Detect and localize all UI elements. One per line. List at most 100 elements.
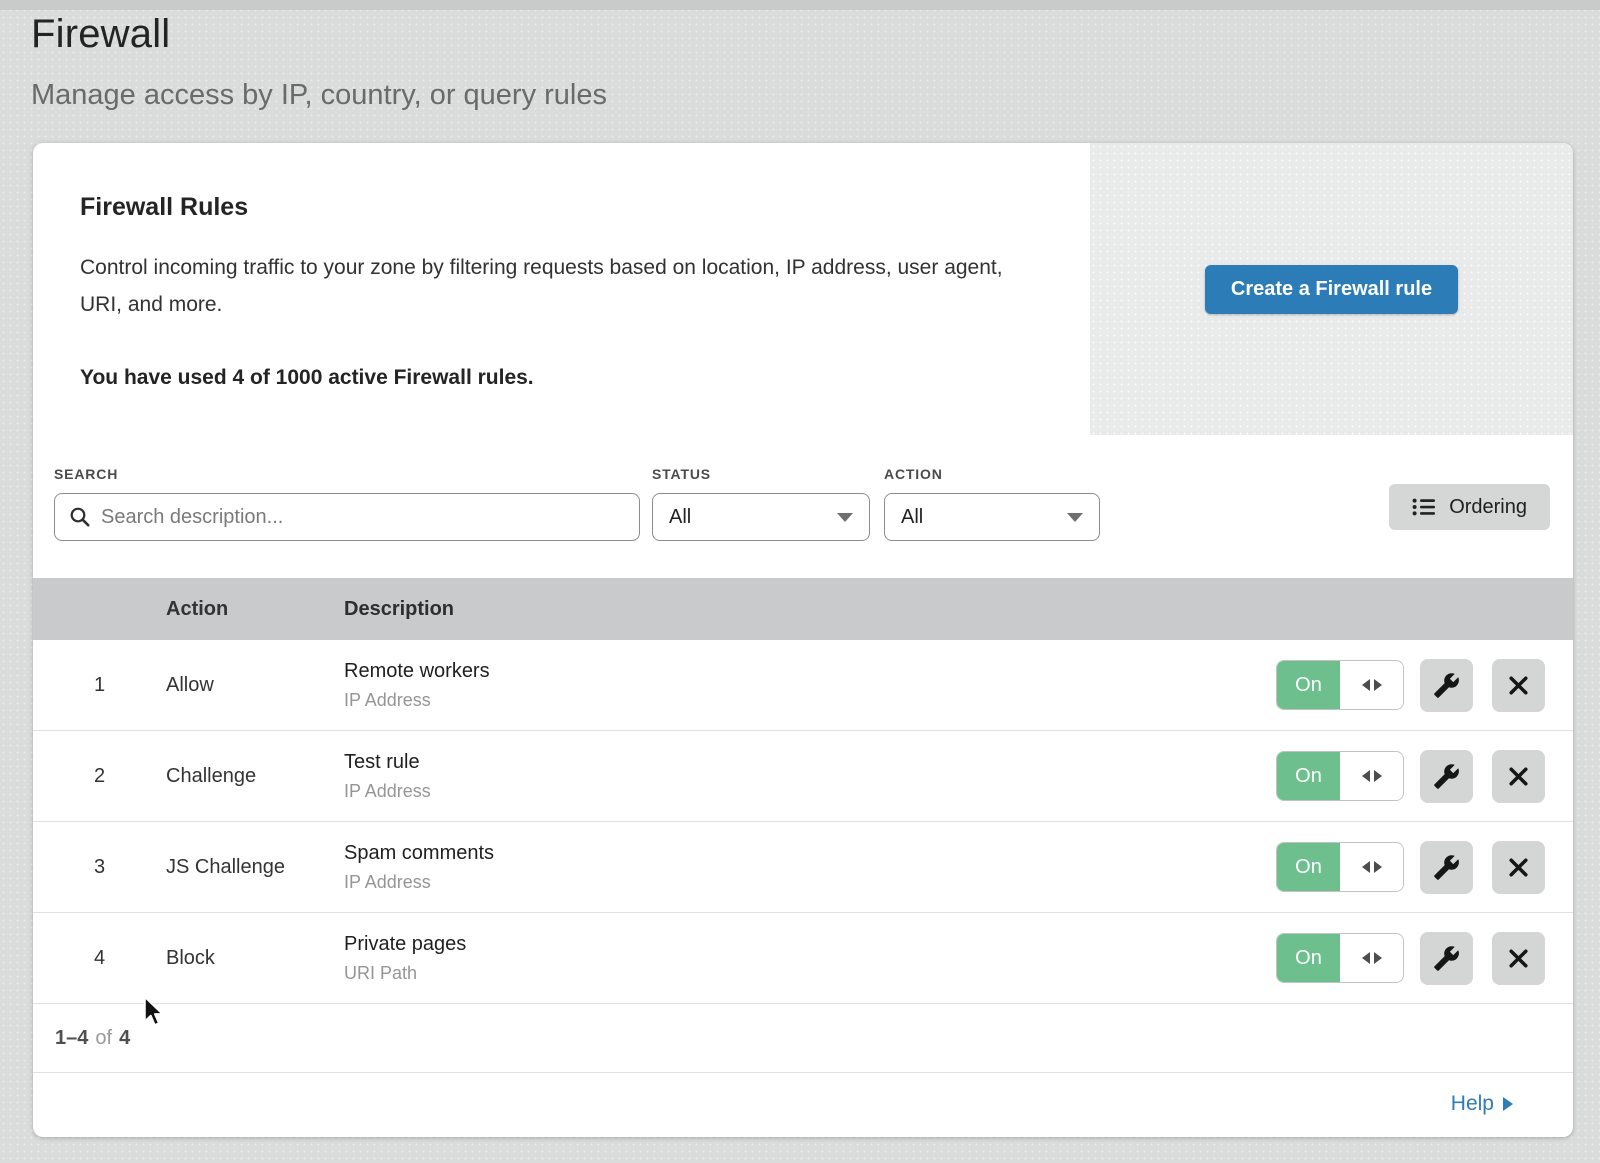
toggle-arrows-icon	[1340, 752, 1403, 800]
edit-rule-button[interactable]	[1420, 750, 1473, 803]
action-select[interactable]: All	[884, 493, 1100, 541]
pagination-total: 4	[119, 1027, 130, 1050]
firewall-rules-card: Firewall Rules Control incoming traffic …	[33, 143, 1573, 1137]
edit-rule-button[interactable]	[1420, 659, 1473, 712]
search-icon	[69, 506, 91, 528]
firewall-page: Firewall Manage access by IP, country, o…	[0, 0, 1600, 1163]
rule-priority: 3	[33, 856, 166, 879]
rule-enabled-toggle[interactable]: On	[1276, 660, 1404, 710]
delete-rule-button[interactable]	[1492, 932, 1545, 985]
delete-rule-button[interactable]	[1492, 750, 1545, 803]
column-description: Description	[344, 598, 1573, 621]
toggle-on-label: On	[1277, 934, 1340, 982]
rule-description: Private pages	[344, 933, 1276, 956]
rule-description: Spam comments	[344, 842, 1276, 865]
status-filter: STATUS All	[652, 466, 870, 541]
toggle-arrows-icon	[1340, 934, 1403, 982]
rule-controls: On	[1276, 659, 1573, 712]
rule-priority: 1	[33, 674, 166, 697]
toggle-arrows-icon	[1340, 843, 1403, 891]
pagination-range: 1–4	[55, 1027, 88, 1050]
rule-controls: On	[1276, 841, 1573, 894]
toggle-arrows-icon	[1340, 661, 1403, 709]
delete-rule-button[interactable]	[1492, 659, 1545, 712]
rule-row: 2 Challenge Test rule IP Address On	[33, 731, 1573, 822]
filters-section: SEARCH STATUS All ACTION	[33, 435, 1573, 578]
create-rule-panel: Create a Firewall rule	[1090, 143, 1573, 435]
section-description: Control incoming traffic to your zone by…	[80, 250, 1030, 324]
chevron-down-icon	[1067, 513, 1083, 522]
rule-description-cell: Test rule IP Address	[344, 751, 1276, 802]
rule-action: Block	[166, 947, 344, 970]
status-select-value: All	[669, 506, 691, 529]
page-header: Firewall Manage access by IP, country, o…	[31, 12, 607, 112]
x-icon	[1506, 673, 1531, 698]
help-link-label: Help	[1451, 1092, 1494, 1116]
ordering-button[interactable]: Ordering	[1389, 484, 1550, 530]
rule-description-cell: Spam comments IP Address	[344, 842, 1276, 893]
status-label: STATUS	[652, 466, 870, 482]
rule-enabled-toggle[interactable]: On	[1276, 751, 1404, 801]
wrench-icon	[1433, 945, 1460, 972]
column-action: Action	[166, 598, 344, 621]
x-icon	[1506, 946, 1531, 971]
rule-action: JS Challenge	[166, 856, 344, 879]
rule-row: 1 Allow Remote workers IP Address On	[33, 640, 1573, 731]
wrench-icon	[1433, 763, 1460, 790]
overview-section: Firewall Rules Control incoming traffic …	[33, 143, 1573, 435]
rule-controls: On	[1276, 750, 1573, 803]
rule-row: 3 JS Challenge Spam comments IP Address …	[33, 822, 1573, 913]
help-row: Help	[33, 1073, 1573, 1135]
action-select-value: All	[901, 506, 923, 529]
rule-match-type: IP Address	[344, 781, 1276, 802]
usage-summary: You have used 4 of 1000 active Firewall …	[80, 366, 1050, 390]
search-filter: SEARCH	[54, 466, 640, 541]
section-heading: Firewall Rules	[80, 193, 1050, 222]
x-icon	[1506, 764, 1531, 789]
status-select[interactable]: All	[652, 493, 870, 541]
rule-action: Allow	[166, 674, 344, 697]
table-header: Action Description	[33, 578, 1573, 640]
pagination: 1–4 of 4	[33, 1004, 1573, 1073]
rule-description-cell: Private pages URI Path	[344, 933, 1276, 984]
pagination-of: of	[95, 1027, 112, 1050]
rule-controls: On	[1276, 932, 1573, 985]
rule-row: 4 Block Private pages URI Path On	[33, 913, 1573, 1004]
rule-description-cell: Remote workers IP Address	[344, 660, 1276, 711]
search-label: SEARCH	[54, 466, 640, 482]
page-title: Firewall	[31, 12, 607, 57]
wrench-icon	[1433, 854, 1460, 881]
action-label: ACTION	[884, 466, 1100, 482]
x-icon	[1506, 855, 1531, 880]
rule-match-type: IP Address	[344, 872, 1276, 893]
chevron-down-icon	[837, 513, 853, 522]
window-top-edge	[0, 0, 1600, 10]
delete-rule-button[interactable]	[1492, 841, 1545, 894]
rule-match-type: URI Path	[344, 963, 1276, 984]
ordering-button-label: Ordering	[1449, 496, 1527, 519]
action-filter: ACTION All	[884, 466, 1100, 541]
toggle-on-label: On	[1277, 752, 1340, 800]
edit-rule-button[interactable]	[1420, 932, 1473, 985]
rule-priority: 4	[33, 947, 166, 970]
rule-enabled-toggle[interactable]: On	[1276, 842, 1404, 892]
page-subtitle: Manage access by IP, country, or query r…	[31, 79, 607, 112]
rules-table-body: 1 Allow Remote workers IP Address On	[33, 640, 1573, 1004]
search-input-wrapper	[54, 493, 640, 541]
help-link[interactable]: Help	[1451, 1092, 1513, 1116]
rule-description: Remote workers	[344, 660, 1276, 683]
toggle-on-label: On	[1277, 843, 1340, 891]
ordered-list-icon	[1412, 497, 1436, 517]
edit-rule-button[interactable]	[1420, 841, 1473, 894]
overview-text: Firewall Rules Control incoming traffic …	[33, 143, 1090, 435]
create-firewall-rule-button[interactable]: Create a Firewall rule	[1205, 265, 1458, 314]
rule-enabled-toggle[interactable]: On	[1276, 933, 1404, 983]
toggle-on-label: On	[1277, 661, 1340, 709]
triangle-right-icon	[1503, 1097, 1513, 1111]
rule-description: Test rule	[344, 751, 1276, 774]
rule-action: Challenge	[166, 765, 344, 788]
search-input[interactable]	[101, 506, 625, 529]
rule-priority: 2	[33, 765, 166, 788]
wrench-icon	[1433, 672, 1460, 699]
rule-match-type: IP Address	[344, 690, 1276, 711]
